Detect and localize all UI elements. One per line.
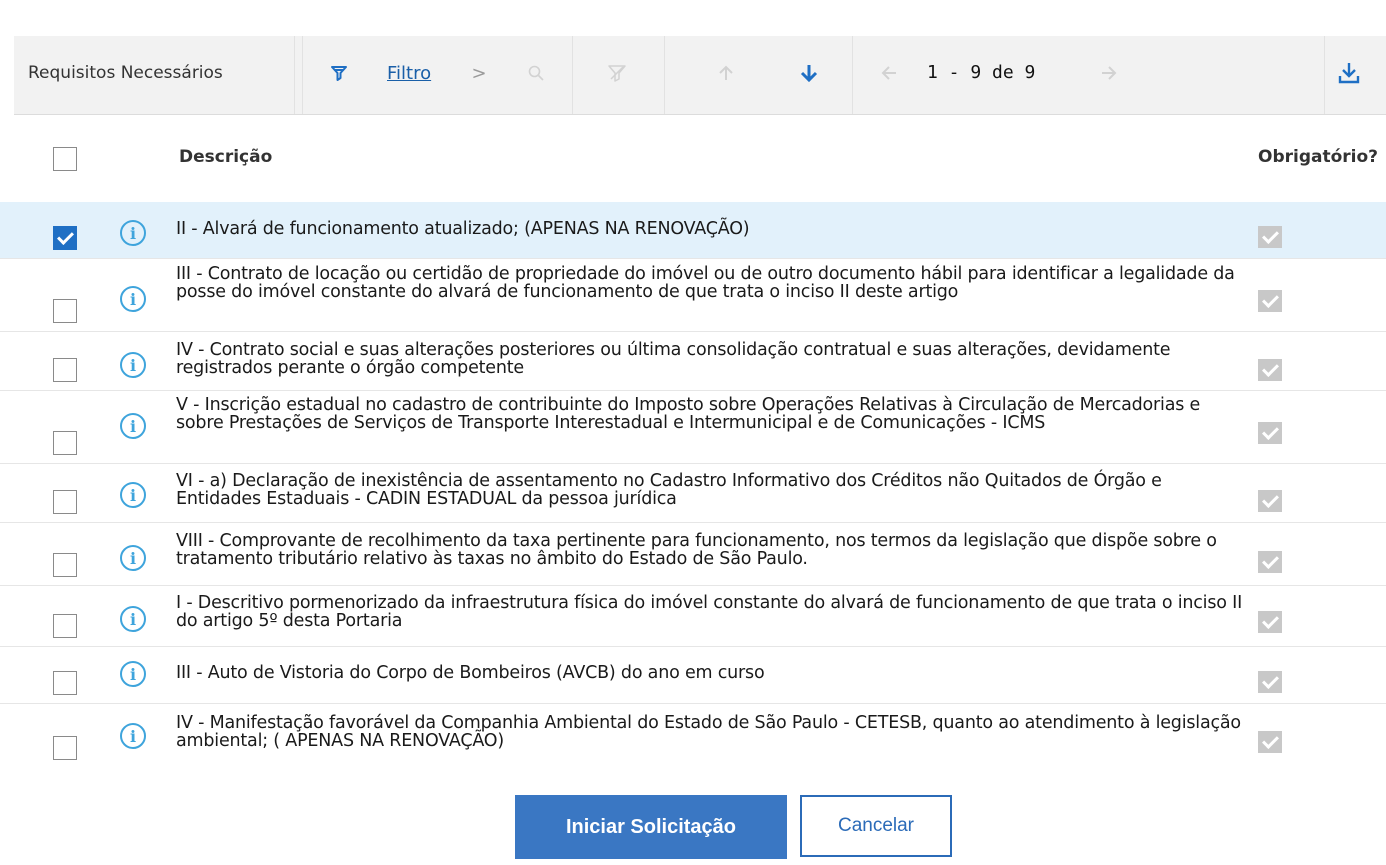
row-description: IV - Manifestação favorável da Companhia… [176,713,1241,751]
clear-filter-icon[interactable] [602,58,632,88]
row-description: II - Alvará de funcionamento atualizado;… [176,219,750,239]
row-checkbox[interactable] [53,614,77,638]
info-icon[interactable]: i [120,723,146,749]
select-all-checkbox[interactable] [53,147,77,171]
arrow-up-icon[interactable] [711,58,741,88]
filter-link[interactable]: Filtro [387,63,431,84]
table-row[interactable]: i VIII - Comprovante de recolhimento da … [0,523,1386,586]
toolbar-divider [294,36,295,114]
toolbar-divider [572,36,573,114]
row-description: III - Contrato de locação ou certidão de… [176,264,1235,302]
row-description: VI - a) Declaração de inexistência de as… [176,471,1162,509]
info-icon[interactable]: i [120,482,146,508]
table-row[interactable]: i III - Auto de Vistoria do Corpo de Bom… [0,647,1386,704]
row-checkbox[interactable] [53,226,77,250]
start-request-button[interactable]: Iniciar Solicitação [515,795,787,859]
mandatory-checkbox [1258,731,1282,753]
cancel-button[interactable]: Cancelar [800,795,952,857]
info-icon[interactable]: i [120,413,146,439]
row-checkbox[interactable] [53,490,77,514]
toolbar-divider [664,36,665,114]
mandatory-checkbox [1258,359,1282,381]
row-checkbox[interactable] [53,553,77,577]
mandatory-checkbox [1258,226,1282,248]
mandatory-checkbox [1258,671,1282,693]
mandatory-checkbox [1258,290,1282,312]
mandatory-checkbox [1258,490,1282,512]
filter-icon[interactable] [324,58,354,88]
mandatory-checkbox [1258,422,1282,444]
table-header: Descrição Obrigatório? [0,116,1386,200]
arrow-left-icon[interactable] [874,58,904,88]
row-description: V - Inscrição estadual no cadastro de co… [176,395,1201,433]
table-row[interactable]: i III - Contrato de locação ou certidão … [0,259,1386,332]
info-icon[interactable]: i [120,286,146,312]
info-icon[interactable]: i [120,352,146,378]
table-row[interactable]: i IV - Manifestação favorável da Companh… [0,704,1386,768]
row-checkbox[interactable] [53,299,77,323]
table-row[interactable]: i I - Descritivo pormenorizado da infrae… [0,586,1386,647]
info-icon[interactable]: i [120,220,146,246]
table-row[interactable]: i IV - Contrato social e suas alterações… [0,332,1386,391]
search-icon[interactable] [521,58,551,88]
row-checkbox[interactable] [53,431,77,455]
row-checkbox[interactable] [53,736,77,760]
row-description: IV - Contrato social e suas alterações p… [176,340,1171,378]
grid-title: Requisitos Necessários [28,63,223,83]
toolbar-divider [852,36,853,114]
arrow-right-icon[interactable] [1094,58,1124,88]
info-icon[interactable]: i [120,545,146,571]
table-row[interactable]: i II - Alvará de funcionamento atualizad… [0,202,1386,259]
mandatory-checkbox [1258,551,1282,573]
row-description: I - Descritivo pormenorizado da infraest… [176,593,1243,631]
row-checkbox[interactable] [53,358,77,382]
row-description: VIII - Comprovante de recolhimento da ta… [176,531,1217,569]
table-row[interactable]: i VI - a) Declaração de inexistência de … [0,464,1386,523]
grid-toolbar: Requisitos Necessários Filtro > 1 - 9 de… [14,36,1386,115]
arrow-down-icon[interactable] [794,58,824,88]
toolbar-divider [302,36,303,114]
pager-status: 1 - 9 de 9 [927,62,1036,83]
info-icon[interactable]: i [120,606,146,632]
row-description: III - Auto de Vistoria do Corpo de Bombe… [176,663,765,683]
filter-expand-icon[interactable]: > [464,58,494,88]
column-header-description: Descrição [179,147,273,167]
mandatory-checkbox [1258,611,1282,633]
toolbar-divider [1324,36,1325,114]
info-icon[interactable]: i [120,661,146,687]
download-icon[interactable] [1334,58,1364,88]
column-header-mandatory: Obrigatório? [1258,147,1379,167]
table-row[interactable]: i V - Inscrição estadual no cadastro de … [0,391,1386,464]
row-checkbox[interactable] [53,671,77,695]
